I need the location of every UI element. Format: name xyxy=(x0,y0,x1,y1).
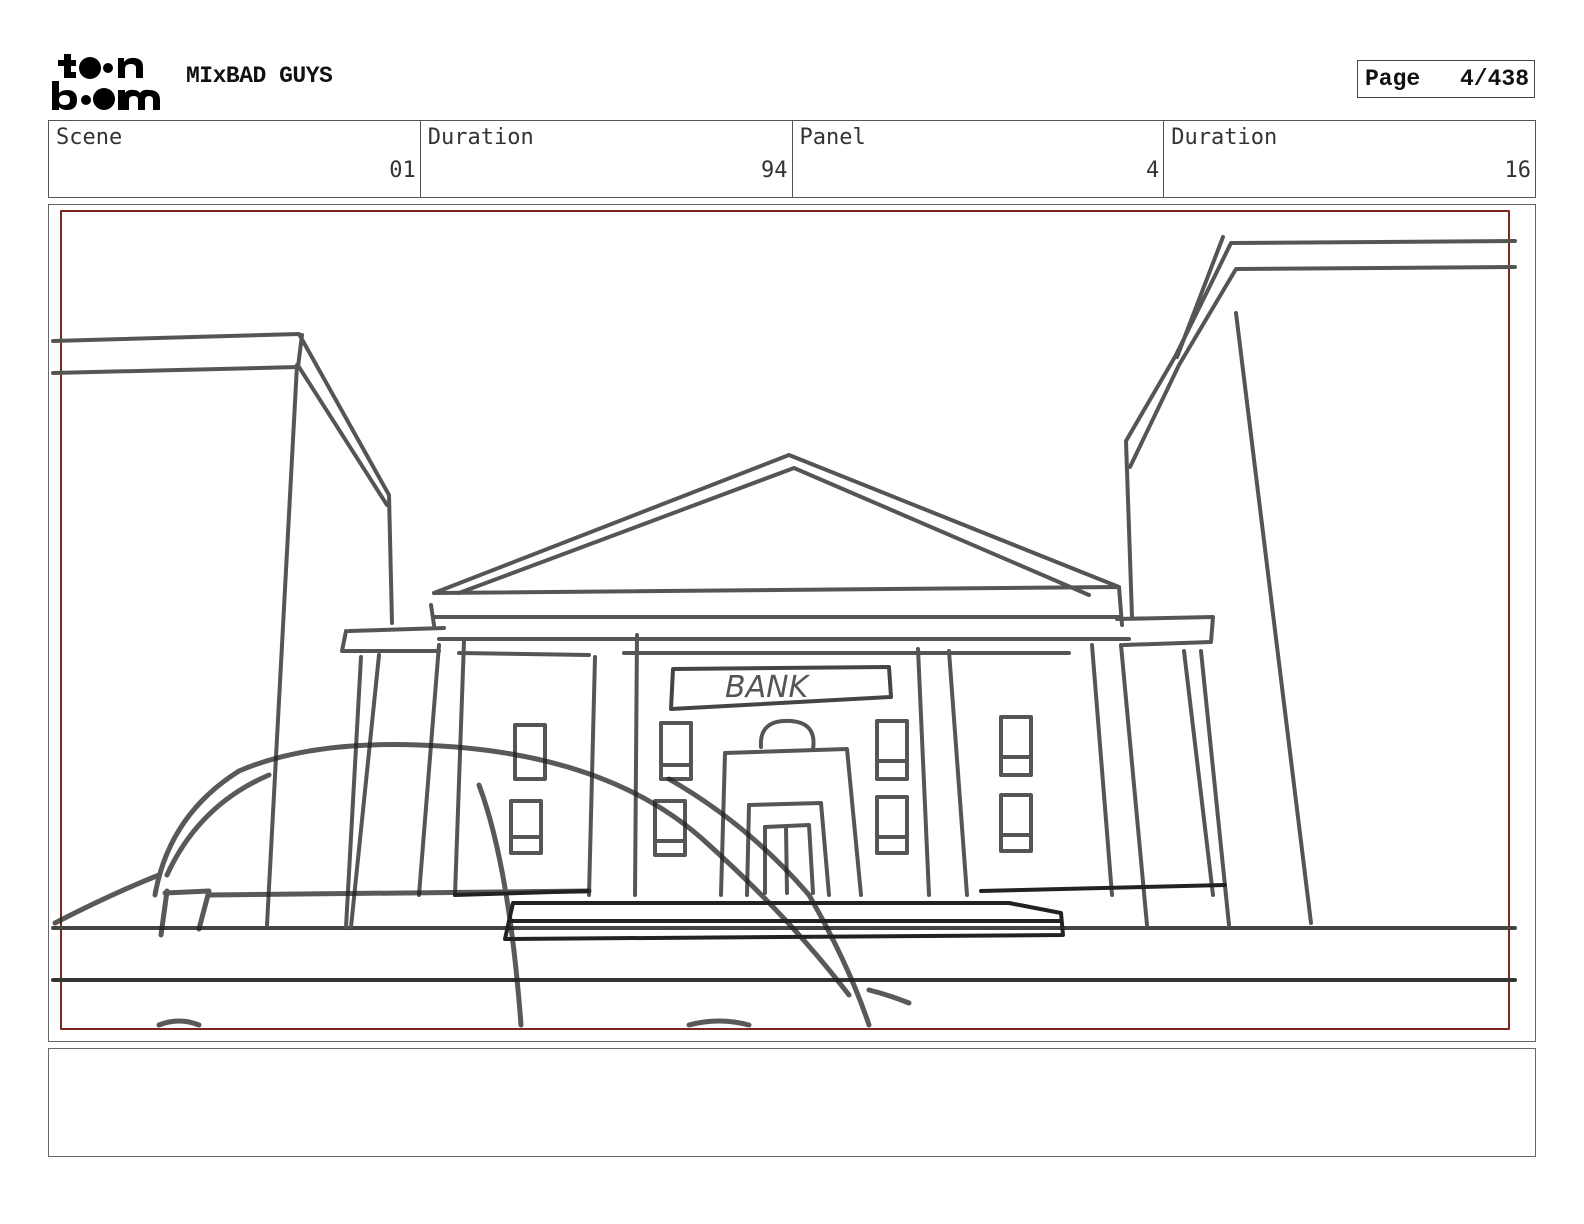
panel-label: Panel xyxy=(799,125,866,150)
scene-label: Scene xyxy=(56,125,123,150)
panel-notes-box xyxy=(48,1048,1536,1157)
scene-value: 01 xyxy=(389,158,416,183)
storyboard-panel: BANK xyxy=(48,204,1536,1042)
page-label: Page xyxy=(1365,66,1421,92)
scene-info-row: Scene 01 Duration 94 Panel 4 Duration 16 xyxy=(48,120,1536,198)
panel-value: 4 xyxy=(1146,158,1160,183)
project-title: MIxBAD GUYS xyxy=(186,63,333,89)
panel-cell: Panel 4 xyxy=(793,121,1165,197)
toon-boom-logo xyxy=(50,50,164,112)
scene-duration-cell: Duration 94 xyxy=(421,121,793,197)
bank-sign-text: BANK xyxy=(725,670,811,705)
bank-sketch-drawing: BANK xyxy=(51,210,1517,1030)
panel-duration-value: 16 xyxy=(1504,158,1532,183)
panel-duration-label: Duration xyxy=(1171,125,1278,150)
scene-duration-value: 94 xyxy=(761,158,788,183)
page-counter: Page 4/438 xyxy=(1357,60,1535,98)
panel-duration-cell: Duration 16 xyxy=(1164,121,1535,197)
scene-duration-label: Duration xyxy=(427,125,534,150)
scene-cell: Scene 01 xyxy=(49,121,421,197)
page-number: 4/438 xyxy=(1459,66,1529,92)
